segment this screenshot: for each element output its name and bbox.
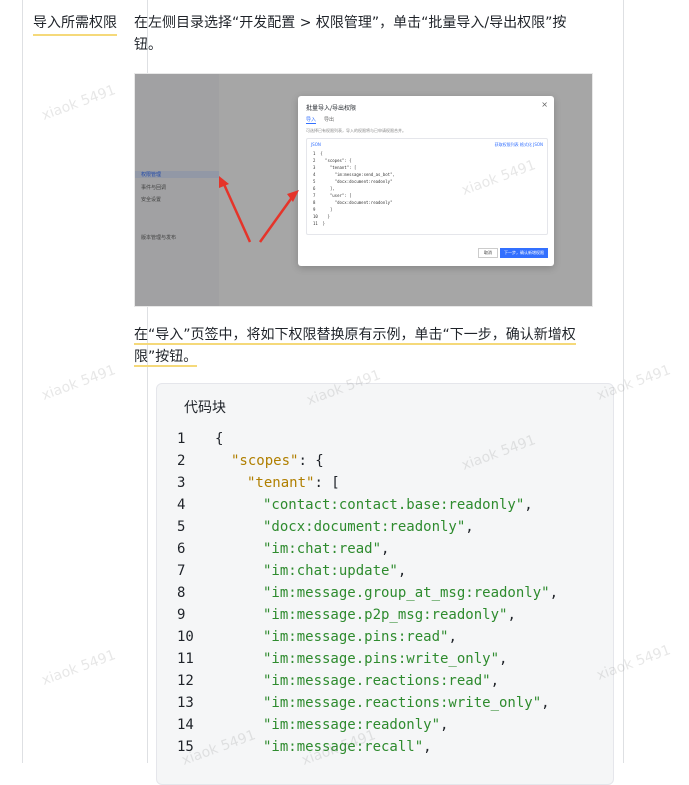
step-1-text: 在左侧目录选择“开发配置 > 权限管理”，单击“批量导入/导出权限”按钮。 bbox=[134, 15, 567, 53]
line-content: "im:message:readonly", bbox=[263, 714, 448, 736]
line-number: 4 bbox=[177, 497, 186, 513]
step-2-line-a: 在“导入”页签中，将如下权限替换原有示例，单击“下一步，确认新增权 bbox=[134, 327, 576, 345]
line-content: "contact:contact.base:readonly", bbox=[263, 494, 533, 516]
json-punct: , bbox=[448, 629, 457, 645]
line-number: 6 bbox=[177, 541, 186, 557]
json-punct: , bbox=[397, 563, 407, 579]
line-content: "im:chat:read", bbox=[263, 538, 389, 560]
json-string: "contact:contact.base:readonly" bbox=[263, 497, 525, 513]
modal-code-line: 4 "im:message:send_as_bot", bbox=[313, 172, 395, 177]
json-string: "im:message.pins:write_only" bbox=[263, 651, 500, 667]
line-number: 15 bbox=[177, 739, 194, 755]
line-content: "docx:document:readonly", bbox=[263, 516, 474, 538]
line-number: 2 bbox=[177, 453, 186, 469]
json-punct: , bbox=[541, 695, 550, 711]
line-number: 10 bbox=[177, 629, 194, 645]
code-block: 代码块 1 {2 "scopes": { 3 "tenant": [ 4 "contact:… bbox=[156, 383, 614, 785]
step-2-text: 在“导入”页签中，将如下权限替换原有示例，单击“下一步，确认新增权 限”按钮。 bbox=[134, 324, 579, 368]
line-number: 11 bbox=[177, 651, 194, 667]
json-punct: , bbox=[499, 651, 508, 667]
modal-next-button: 下一步，确认新增权限 bbox=[500, 248, 548, 258]
json-punct: { bbox=[215, 431, 224, 447]
modal-note: 可选择已有权限列表，导入的权限将与已申请权限合并。 bbox=[306, 128, 406, 133]
json-punct: : { bbox=[298, 453, 324, 469]
screenshot-image: 权限管理 事件与回调 安全设置 版本管理与发布 批量导入/导出权限 × 导入 导… bbox=[134, 73, 593, 307]
modal-code-line: 10 } bbox=[313, 214, 330, 219]
import-modal: 批量导入/导出权限 × 导入 导出 可选择已有权限列表，导入的权限将与已申请权限… bbox=[298, 96, 554, 266]
red-arrow-icon bbox=[219, 176, 299, 243]
json-punct: , bbox=[423, 739, 432, 755]
row-label: 导入所需权限 bbox=[33, 12, 117, 36]
json-punct: , bbox=[381, 541, 390, 557]
modal-code-line: 2 "scopes": { bbox=[313, 158, 352, 163]
json-string: "im:message:readonly" bbox=[263, 717, 441, 733]
line-number: 3 bbox=[177, 475, 186, 491]
step-2-line-b: 限”按钮。 bbox=[134, 349, 198, 367]
json-string: "docx:document:readonly" bbox=[263, 519, 466, 535]
line-content: "im:chat:update", bbox=[263, 560, 406, 582]
line-number: 7 bbox=[177, 563, 186, 579]
line-content: "im:message:recall", bbox=[263, 736, 432, 758]
json-string: "im:chat:read" bbox=[263, 541, 382, 557]
code-block-title: 代码块 bbox=[184, 400, 226, 416]
line-content: "im:message.p2p_msg:readonly", bbox=[263, 604, 516, 626]
tab-import: 导入 bbox=[306, 117, 317, 124]
modal-code-editor: JSON 获取权限列表 格式化 JSON 1 { 2 "scopes": { 3 "… bbox=[306, 138, 548, 235]
line-number: 5 bbox=[177, 519, 186, 535]
close-icon: × bbox=[541, 100, 548, 109]
json-string: "im:message.p2p_msg:readonly" bbox=[263, 607, 508, 623]
json-punct: : [ bbox=[314, 475, 340, 491]
modal-code-line: 3 "tenant": [ bbox=[313, 165, 357, 170]
modal-code-line: 11 } bbox=[313, 221, 326, 226]
line-content: "im:message.group_at_msg:readonly", bbox=[263, 582, 558, 604]
json-string: "im:message.reactions:write_only" bbox=[263, 695, 542, 711]
modal-code-line: 8 "docx:document:readonly" bbox=[313, 200, 393, 205]
json-punct: , bbox=[549, 585, 559, 601]
line-content: "im:message.pins:write_only", bbox=[263, 648, 507, 670]
line-number: 14 bbox=[177, 717, 194, 733]
modal-title: 批量导入/导出权限 bbox=[306, 105, 357, 112]
line-number: 12 bbox=[177, 673, 194, 689]
modal-code-line: 9 ] bbox=[313, 207, 333, 212]
modal-code-line: 1 { bbox=[313, 151, 323, 156]
line-content: "scopes": { bbox=[231, 450, 324, 472]
line-content: "im:message.reactions:write_only", bbox=[263, 692, 550, 714]
tab-export: 导出 bbox=[324, 117, 335, 123]
modal-code-line: 6 ], bbox=[313, 186, 335, 191]
json-string: "im:message.reactions:read" bbox=[263, 673, 491, 689]
modal-code-line: 5 "docx:document:readonly" bbox=[313, 179, 393, 184]
line-number: 8 bbox=[177, 585, 186, 601]
json-punct: , bbox=[524, 497, 533, 513]
line-content: "im:message.reactions:read", bbox=[263, 670, 499, 692]
modal-code-head: JSON bbox=[311, 142, 321, 147]
line-number: 9 bbox=[177, 607, 186, 623]
modal-code-line: 7 "user": [ bbox=[313, 193, 352, 198]
modal-cancel-button: 取消 bbox=[478, 248, 498, 258]
json-punct: , bbox=[440, 717, 449, 733]
json-string: "im:message:recall" bbox=[263, 739, 424, 755]
line-content: "im:message.pins:read", bbox=[263, 626, 457, 648]
line-content: { bbox=[215, 428, 223, 450]
json-key: "scopes" bbox=[231, 453, 299, 469]
line-number: 1 bbox=[177, 431, 186, 447]
json-string: "im:message.group_at_msg:readonly" bbox=[263, 585, 550, 601]
line-number: 13 bbox=[177, 695, 194, 711]
json-punct: , bbox=[490, 673, 500, 689]
json-string: "im:message.pins:read" bbox=[263, 629, 449, 645]
json-key: "tenant" bbox=[247, 475, 315, 491]
json-punct: , bbox=[465, 519, 474, 535]
json-punct: , bbox=[507, 607, 516, 623]
line-content: "tenant": [ bbox=[247, 472, 340, 494]
modal-code-actions: 获取权限列表 格式化 JSON bbox=[494, 142, 543, 147]
json-string: "im:chat:update" bbox=[263, 563, 398, 579]
